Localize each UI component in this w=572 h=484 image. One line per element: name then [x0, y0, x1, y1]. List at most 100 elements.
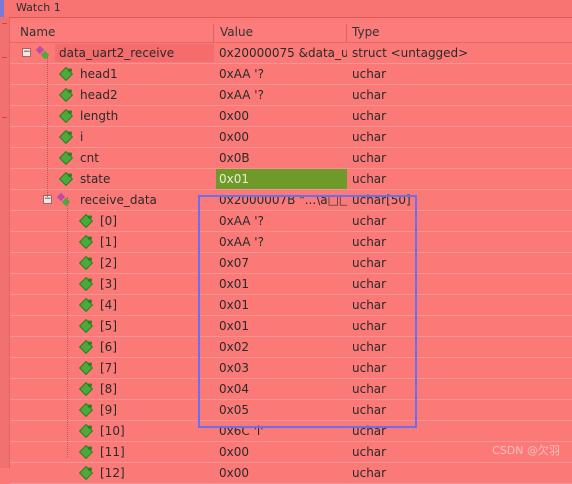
value-cell[interactable]: 0x00 [215, 127, 347, 147]
column-header-value[interactable]: Value [220, 22, 253, 42]
variable-name: [10] [100, 424, 125, 438]
type-cell: uchar [347, 85, 472, 105]
type-cell: uchar [347, 127, 472, 147]
variable-icon [78, 423, 94, 439]
name-cell: [9] [10, 400, 213, 420]
variable-name: head1 [80, 67, 118, 81]
column-resize-handle[interactable] [213, 24, 214, 42]
value-cell[interactable]: 0x00 [215, 463, 347, 483]
variable-name: [11] [100, 445, 125, 459]
type-cell: uchar [347, 169, 472, 189]
variable-name: [4] [100, 298, 117, 312]
variable-icon [78, 255, 94, 271]
watch-row[interactable]: head1 0xAA '? uchar [10, 64, 572, 85]
variable-name: state [80, 172, 111, 186]
variable-icon [78, 381, 94, 397]
type-cell: struct <untagged> [347, 43, 472, 63]
type-cell: uchar [347, 442, 472, 462]
variable-name: head2 [80, 88, 118, 102]
watch-row[interactable]: i 0x00 uchar [10, 127, 572, 148]
value-cell[interactable]: 0xAA '? [215, 85, 347, 105]
variable-name: [12] [100, 466, 125, 480]
watch-row[interactable]: state 0x01 uchar [10, 169, 572, 190]
variable-name: [2] [100, 256, 117, 270]
variable-icon [78, 276, 94, 292]
name-cell: i [10, 127, 213, 147]
type-cell: uchar [347, 106, 472, 126]
name-cell: [2] [10, 253, 213, 273]
variable-name: cnt [80, 151, 99, 165]
variable-name: [9] [100, 403, 117, 417]
variable-icon [58, 87, 74, 103]
value-cell[interactable]: 0x00 [215, 442, 347, 462]
variable-icon [58, 150, 74, 166]
variable-icon [78, 360, 94, 376]
variable-icon [58, 66, 74, 82]
variable-icon [58, 171, 74, 187]
name-cell: − data_uart2_receive [10, 43, 213, 63]
name-cell: [10] [10, 421, 213, 441]
name-cell: − receive_data [10, 190, 213, 210]
gutter-marker-icon [2, 57, 7, 58]
variable-icon [78, 402, 94, 418]
left-gutter [0, 17, 10, 468]
watch-window-titlebar: Watch 1 [0, 0, 572, 18]
column-header-type[interactable]: Type [352, 22, 380, 42]
name-cell: length [10, 106, 213, 126]
name-cell: [1] [10, 232, 213, 252]
value-cell[interactable]: 0x00 [215, 106, 347, 126]
watermark: CSDN @欠羽 [492, 444, 560, 457]
name-cell: [12] [10, 463, 213, 483]
watch-row[interactable]: head2 0xAA '? uchar [10, 85, 572, 106]
name-cell: [6] [10, 337, 213, 357]
type-cell: uchar [347, 64, 472, 84]
name-cell: [11] [10, 442, 213, 462]
window-accent-icon [0, 0, 4, 17]
variable-name: receive_data [80, 193, 157, 207]
variable-name: i [80, 130, 84, 144]
variable-name: [0] [100, 214, 117, 228]
value-cell[interactable]: 0x0B [215, 148, 347, 168]
watch-row[interactable]: [11] 0x00 uchar [10, 442, 572, 463]
variable-name: [5] [100, 319, 117, 333]
tree-line [67, 197, 68, 457]
name-cell: state [10, 169, 213, 189]
array-icon [56, 192, 71, 207]
variable-name: [7] [100, 361, 117, 375]
name-cell: head1 [10, 64, 213, 84]
tree-line [47, 57, 48, 197]
variable-icon [78, 339, 94, 355]
watch-row[interactable]: cnt 0x0B uchar [10, 148, 572, 169]
watch-row[interactable]: [12] 0x00 uchar [10, 463, 572, 484]
gutter-marker-icon [2, 23, 7, 24]
variable-name: [3] [100, 277, 117, 291]
variable-name: length [80, 109, 119, 123]
name-cell: [0] [10, 211, 213, 231]
value-cell[interactable]: 0x01 [215, 169, 347, 189]
name-cell: cnt [10, 148, 213, 168]
watch-row[interactable]: − data_uart2_receive 0x20000075 &data_uar.… [10, 43, 572, 64]
variable-icon [78, 234, 94, 250]
collapse-toggle-icon[interactable]: − [22, 48, 31, 57]
variable-name: [6] [100, 340, 117, 354]
variable-icon [78, 465, 94, 481]
highlight-annotation-box [198, 195, 417, 428]
variable-icon [78, 297, 94, 313]
value-cell[interactable]: 0x20000075 &data_uar... [215, 43, 347, 63]
column-header-name[interactable]: Name [20, 22, 55, 42]
value-cell[interactable]: 0xAA '? [215, 64, 347, 84]
watch-row[interactable]: length 0x00 uchar [10, 106, 572, 127]
variable-name: data_uart2_receive [59, 46, 175, 60]
name-cell: [5] [10, 316, 213, 336]
column-resize-handle[interactable] [346, 24, 347, 42]
name-cell: head2 [10, 85, 213, 105]
variable-icon [78, 318, 94, 334]
variable-name: [8] [100, 382, 117, 396]
variable-name: [1] [100, 235, 117, 249]
name-cell: [7] [10, 358, 213, 378]
name-cell: [4] [10, 295, 213, 315]
name-cell: [8] [10, 379, 213, 399]
name-cell: [3] [10, 274, 213, 294]
window-title: Watch 1 [16, 1, 61, 14]
column-header: Name Value Type [10, 22, 572, 43]
